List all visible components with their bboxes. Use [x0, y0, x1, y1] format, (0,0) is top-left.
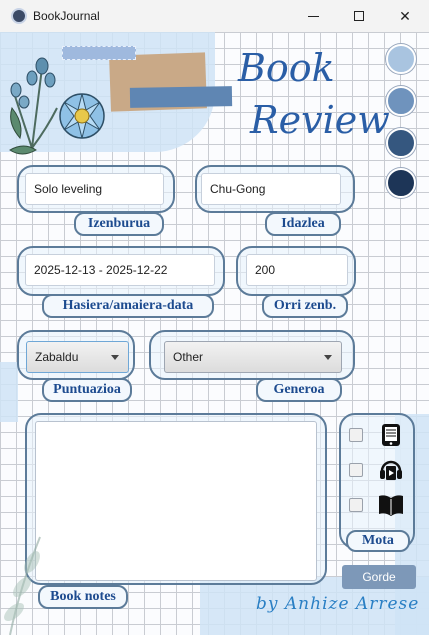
close-icon: ✕: [399, 7, 411, 24]
maximize-icon: [354, 11, 364, 21]
chevron-down-icon: [324, 355, 332, 360]
dates-label-text: Hasiera/amaiera-data: [62, 298, 194, 313]
minimize-icon: [307, 15, 319, 17]
type-audiobook-checkbox[interactable]: [349, 463, 363, 477]
type-label-text: Mota: [362, 533, 394, 548]
author-label: Idazlea: [265, 212, 341, 236]
app-logo-icon: [11, 8, 27, 24]
flower-bouquet-icon: [9, 57, 105, 155]
genre-label: Generoa: [256, 378, 342, 402]
genre-select[interactable]: Other: [164, 341, 342, 373]
save-button[interactable]: Gorde: [342, 565, 416, 589]
color-swatch-dark[interactable]: [386, 128, 416, 158]
type-label: Mota: [346, 530, 410, 552]
page-title-line-2: Review: [250, 98, 390, 142]
window-title: BookJournal: [33, 9, 100, 23]
decor-blue-tape: [129, 86, 233, 108]
type-print-book-checkbox[interactable]: [349, 498, 363, 512]
ebook-reader-icon: [377, 421, 405, 449]
minimize-button[interactable]: [290, 0, 336, 32]
type-ebook-checkbox[interactable]: [349, 428, 363, 442]
title-label: Izenburua: [74, 212, 164, 236]
rating-label-text: Puntuazioa: [53, 382, 121, 397]
audiobook-headphones-icon: [377, 456, 405, 484]
color-swatch-medium[interactable]: [386, 86, 416, 116]
color-swatch-light[interactable]: [386, 44, 416, 74]
notes-textarea[interactable]: [35, 421, 317, 581]
author-input[interactable]: Chu-Gong: [201, 173, 341, 205]
author-signature: by Anhize Arrese: [256, 594, 420, 614]
pages-label-text: Orri zenb.: [273, 298, 337, 313]
chevron-down-icon: [111, 355, 119, 360]
rating-label: Puntuazioa: [42, 378, 132, 402]
title-input[interactable]: Solo leveling: [25, 173, 164, 205]
open-book-icon: [377, 491, 405, 519]
genre-label-text: Generoa: [273, 382, 325, 397]
color-swatch-navy[interactable]: [386, 168, 416, 198]
rating-select-value: Zabaldu: [35, 350, 79, 364]
genre-select-value: Other: [173, 350, 204, 364]
decor-blue-wash: [0, 362, 18, 422]
page-title-line-1: Book: [238, 46, 335, 90]
window-titlebar: BookJournal ✕: [0, 0, 429, 32]
author-label-text: Idazlea: [281, 216, 325, 231]
leaf-decoration-icon: [4, 536, 41, 635]
page-title: Book Review: [238, 42, 390, 146]
dates-label: Hasiera/amaiera-data: [42, 294, 214, 318]
pages-input[interactable]: 200: [246, 254, 348, 286]
close-button[interactable]: ✕: [382, 0, 428, 32]
title-label-text: Izenburua: [87, 216, 151, 231]
maximize-button[interactable]: [336, 0, 382, 32]
book-review-form: Book Review Solo leveling Izenburua Chu-…: [0, 32, 429, 635]
pages-label: Orri zenb.: [262, 294, 348, 318]
rating-select[interactable]: Zabaldu: [26, 341, 129, 373]
dates-input[interactable]: 2025-12-13 - 2025-12-22: [25, 254, 215, 286]
